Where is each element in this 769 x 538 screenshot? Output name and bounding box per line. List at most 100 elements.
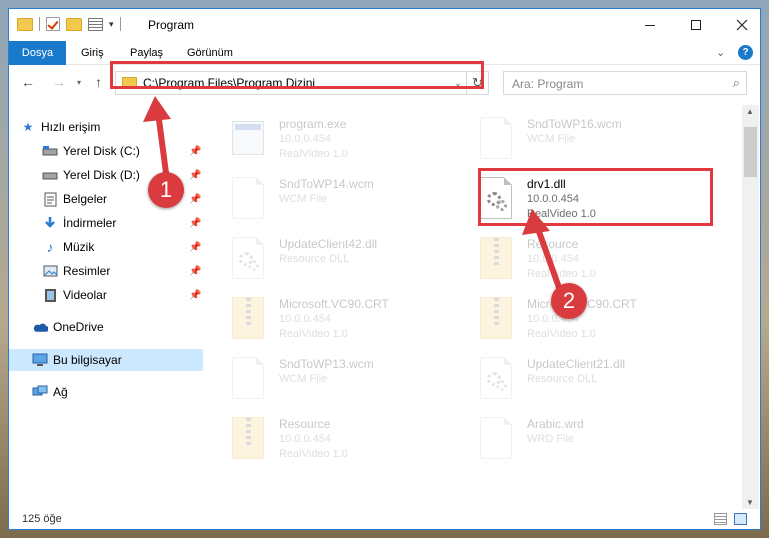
file-icon [480, 117, 514, 161]
search-icon[interactable]: ⌕ [733, 75, 740, 91]
sidebar-item-label: Resimler [63, 264, 111, 278]
address-dropdown-icon[interactable]: ⌄ [450, 78, 466, 89]
callout-step-2: 2 [551, 283, 587, 319]
qat-dropdown-icon[interactable]: ▾ [109, 19, 114, 30]
up-button[interactable]: ↑ [95, 74, 102, 90]
pictures-icon [42, 264, 58, 278]
search-placeholder: Ara: Program [512, 77, 584, 91]
vertical-scrollbar[interactable]: ▲ ▼ [742, 105, 759, 509]
sidebar-item-label: Videolar [63, 288, 107, 302]
tab-view[interactable]: Görünüm [177, 41, 243, 65]
file-item[interactable]: SndToWP16.wcm WCM File [460, 113, 700, 171]
tab-home[interactable]: Giriş [71, 41, 114, 65]
sidebar-item-label: OneDrive [53, 320, 104, 334]
sidebar-item-label: İndirmeler [63, 216, 117, 230]
pin-icon[interactable]: 📌 [189, 170, 201, 181]
file-item[interactable]: Resource 10.0.0.454 RealVideo 1.0 [212, 413, 452, 471]
scroll-down-icon[interactable]: ▼ [746, 498, 754, 507]
documents-icon [42, 192, 58, 206]
pin-icon[interactable]: 📌 [189, 266, 201, 277]
sidebar-item-local-disk-c[interactable]: Yerel Disk (C:) 📌 [9, 140, 203, 162]
title-bar: ▾ Program [9, 9, 760, 41]
close-icon [736, 19, 748, 31]
status-bar: 125 öğe [9, 509, 760, 529]
sidebar-item-label: Yerel Disk (D:) [63, 168, 140, 182]
network-icon [32, 385, 48, 399]
new-folder-icon[interactable] [66, 17, 82, 31]
pin-icon[interactable]: 📌 [189, 146, 201, 157]
video-icon [42, 288, 58, 302]
details-view-icon[interactable] [714, 513, 727, 525]
close-button[interactable] [719, 9, 760, 41]
toolbar-divider [39, 17, 40, 31]
sidebar-item-label: Müzik [63, 240, 95, 254]
file-item[interactable]: Microsoft.VC90.CRT 10.0.0.454 RealVideo … [212, 293, 452, 351]
recent-locations-icon[interactable]: ▾ [77, 78, 81, 87]
refresh-icon[interactable]: ↻ [466, 72, 488, 94]
minimize-icon [645, 24, 655, 26]
sidebar-item-quick-access[interactable]: ★ Hızlı erişim [9, 116, 203, 138]
folder-icon [17, 17, 33, 31]
sidebar-item-videos[interactable]: Videolar 📌 [9, 284, 203, 306]
sidebar-item-label: Bu bilgisayar [53, 353, 122, 367]
tab-file[interactable]: Dosya [9, 41, 66, 65]
search-input[interactable]: Ara: Program ⌕ [503, 71, 747, 95]
sidebar-item-pictures[interactable]: Resimler 📌 [9, 260, 203, 282]
pin-icon[interactable]: 📌 [189, 194, 201, 205]
dll-file-icon [232, 237, 266, 281]
folder-icon [122, 77, 137, 89]
pin-icon[interactable]: 📌 [189, 218, 201, 229]
file-icon [232, 357, 266, 401]
pin-icon[interactable]: 📌 [189, 290, 201, 301]
help-icon[interactable]: ? [738, 45, 753, 60]
file-item[interactable]: program.exe 10.0.0.454 RealVideo 1.0 [212, 113, 452, 171]
sidebar-item-network[interactable]: Ağ [9, 381, 203, 403]
zip-folder-icon [232, 297, 266, 341]
drive-icon [42, 144, 58, 158]
ribbon-expand-icon[interactable]: ⌄ [716, 46, 725, 59]
zip-folder-icon [232, 417, 266, 461]
sidebar-item-label: Belgeler [63, 192, 108, 206]
file-item[interactable]: UpdateClient21.dll Resource DLL [460, 353, 700, 411]
file-icon [480, 417, 514, 461]
toolbar-divider [119, 17, 121, 31]
navigation-bar: ← → ▾ ↑ C:\Program Files\Program Dizini … [9, 66, 760, 100]
dll-file-icon [480, 177, 514, 221]
sidebar-item-label: Ağ [53, 385, 68, 399]
properties-check-icon[interactable] [46, 17, 60, 31]
sidebar-item-music[interactable]: ♪ Müzik 📌 [9, 236, 203, 258]
quick-access-toolbar: ▾ [17, 17, 121, 31]
pin-icon[interactable]: 📌 [189, 242, 201, 253]
minimize-button[interactable] [627, 9, 673, 41]
address-path[interactable]: C:\Program Files\Program Dizini [143, 76, 450, 90]
file-item[interactable]: SndToWP14.wcm WCM File [212, 173, 452, 231]
large-icons-view-icon[interactable] [734, 513, 747, 525]
tab-share[interactable]: Paylaş [120, 41, 173, 65]
explorer-window: ▾ Program Dosya Giriş Paylaş Görünüm ⌄ ?… [8, 8, 761, 530]
forward-button[interactable]: → [52, 74, 66, 90]
back-button[interactable]: ← [21, 74, 35, 90]
drive-icon [42, 168, 58, 182]
address-bar[interactable]: C:\Program Files\Program Dizini ⌄ ↻ [115, 71, 489, 95]
sidebar-item-onedrive[interactable]: OneDrive [9, 316, 203, 338]
file-list: program.exe 10.0.0.454 RealVideo 1.0 Snd… [212, 105, 742, 505]
file-item[interactable]: SndToWP13.wcm WCM File [212, 353, 452, 411]
music-icon: ♪ [46, 239, 54, 255]
sidebar-item-label: Hızlı erişim [41, 120, 101, 134]
sidebar-item-this-pc[interactable]: Bu bilgisayar [9, 349, 203, 371]
cloud-icon [32, 320, 48, 334]
scroll-thumb[interactable] [744, 127, 757, 177]
file-item[interactable]: Arabic.wrd WRD File [460, 413, 700, 471]
exe-icon [232, 117, 266, 161]
maximize-button[interactable] [673, 9, 719, 41]
navigation-pane: ★ Hızlı erişim Yerel Disk (C:) 📌 Yerel D… [9, 105, 203, 505]
sidebar-item-downloads[interactable]: İndirmeler 📌 [9, 212, 203, 234]
file-item-drv1-dll[interactable]: drv1.dll 10.0.0.454 RealVideo 1.0 [460, 173, 700, 231]
ribbon-tabs: Dosya Giriş Paylaş Görünüm ⌄ ? [9, 41, 760, 65]
callout-step-1: 1 [148, 172, 184, 208]
computer-icon [32, 353, 48, 367]
file-item[interactable]: Resource 10.0.0.454 RealVideo 1.0 [460, 233, 700, 291]
scroll-up-icon[interactable]: ▲ [746, 107, 754, 116]
customize-icon[interactable] [88, 17, 103, 31]
file-item[interactable]: UpdateClient42.dll Resource DLL [212, 233, 452, 291]
